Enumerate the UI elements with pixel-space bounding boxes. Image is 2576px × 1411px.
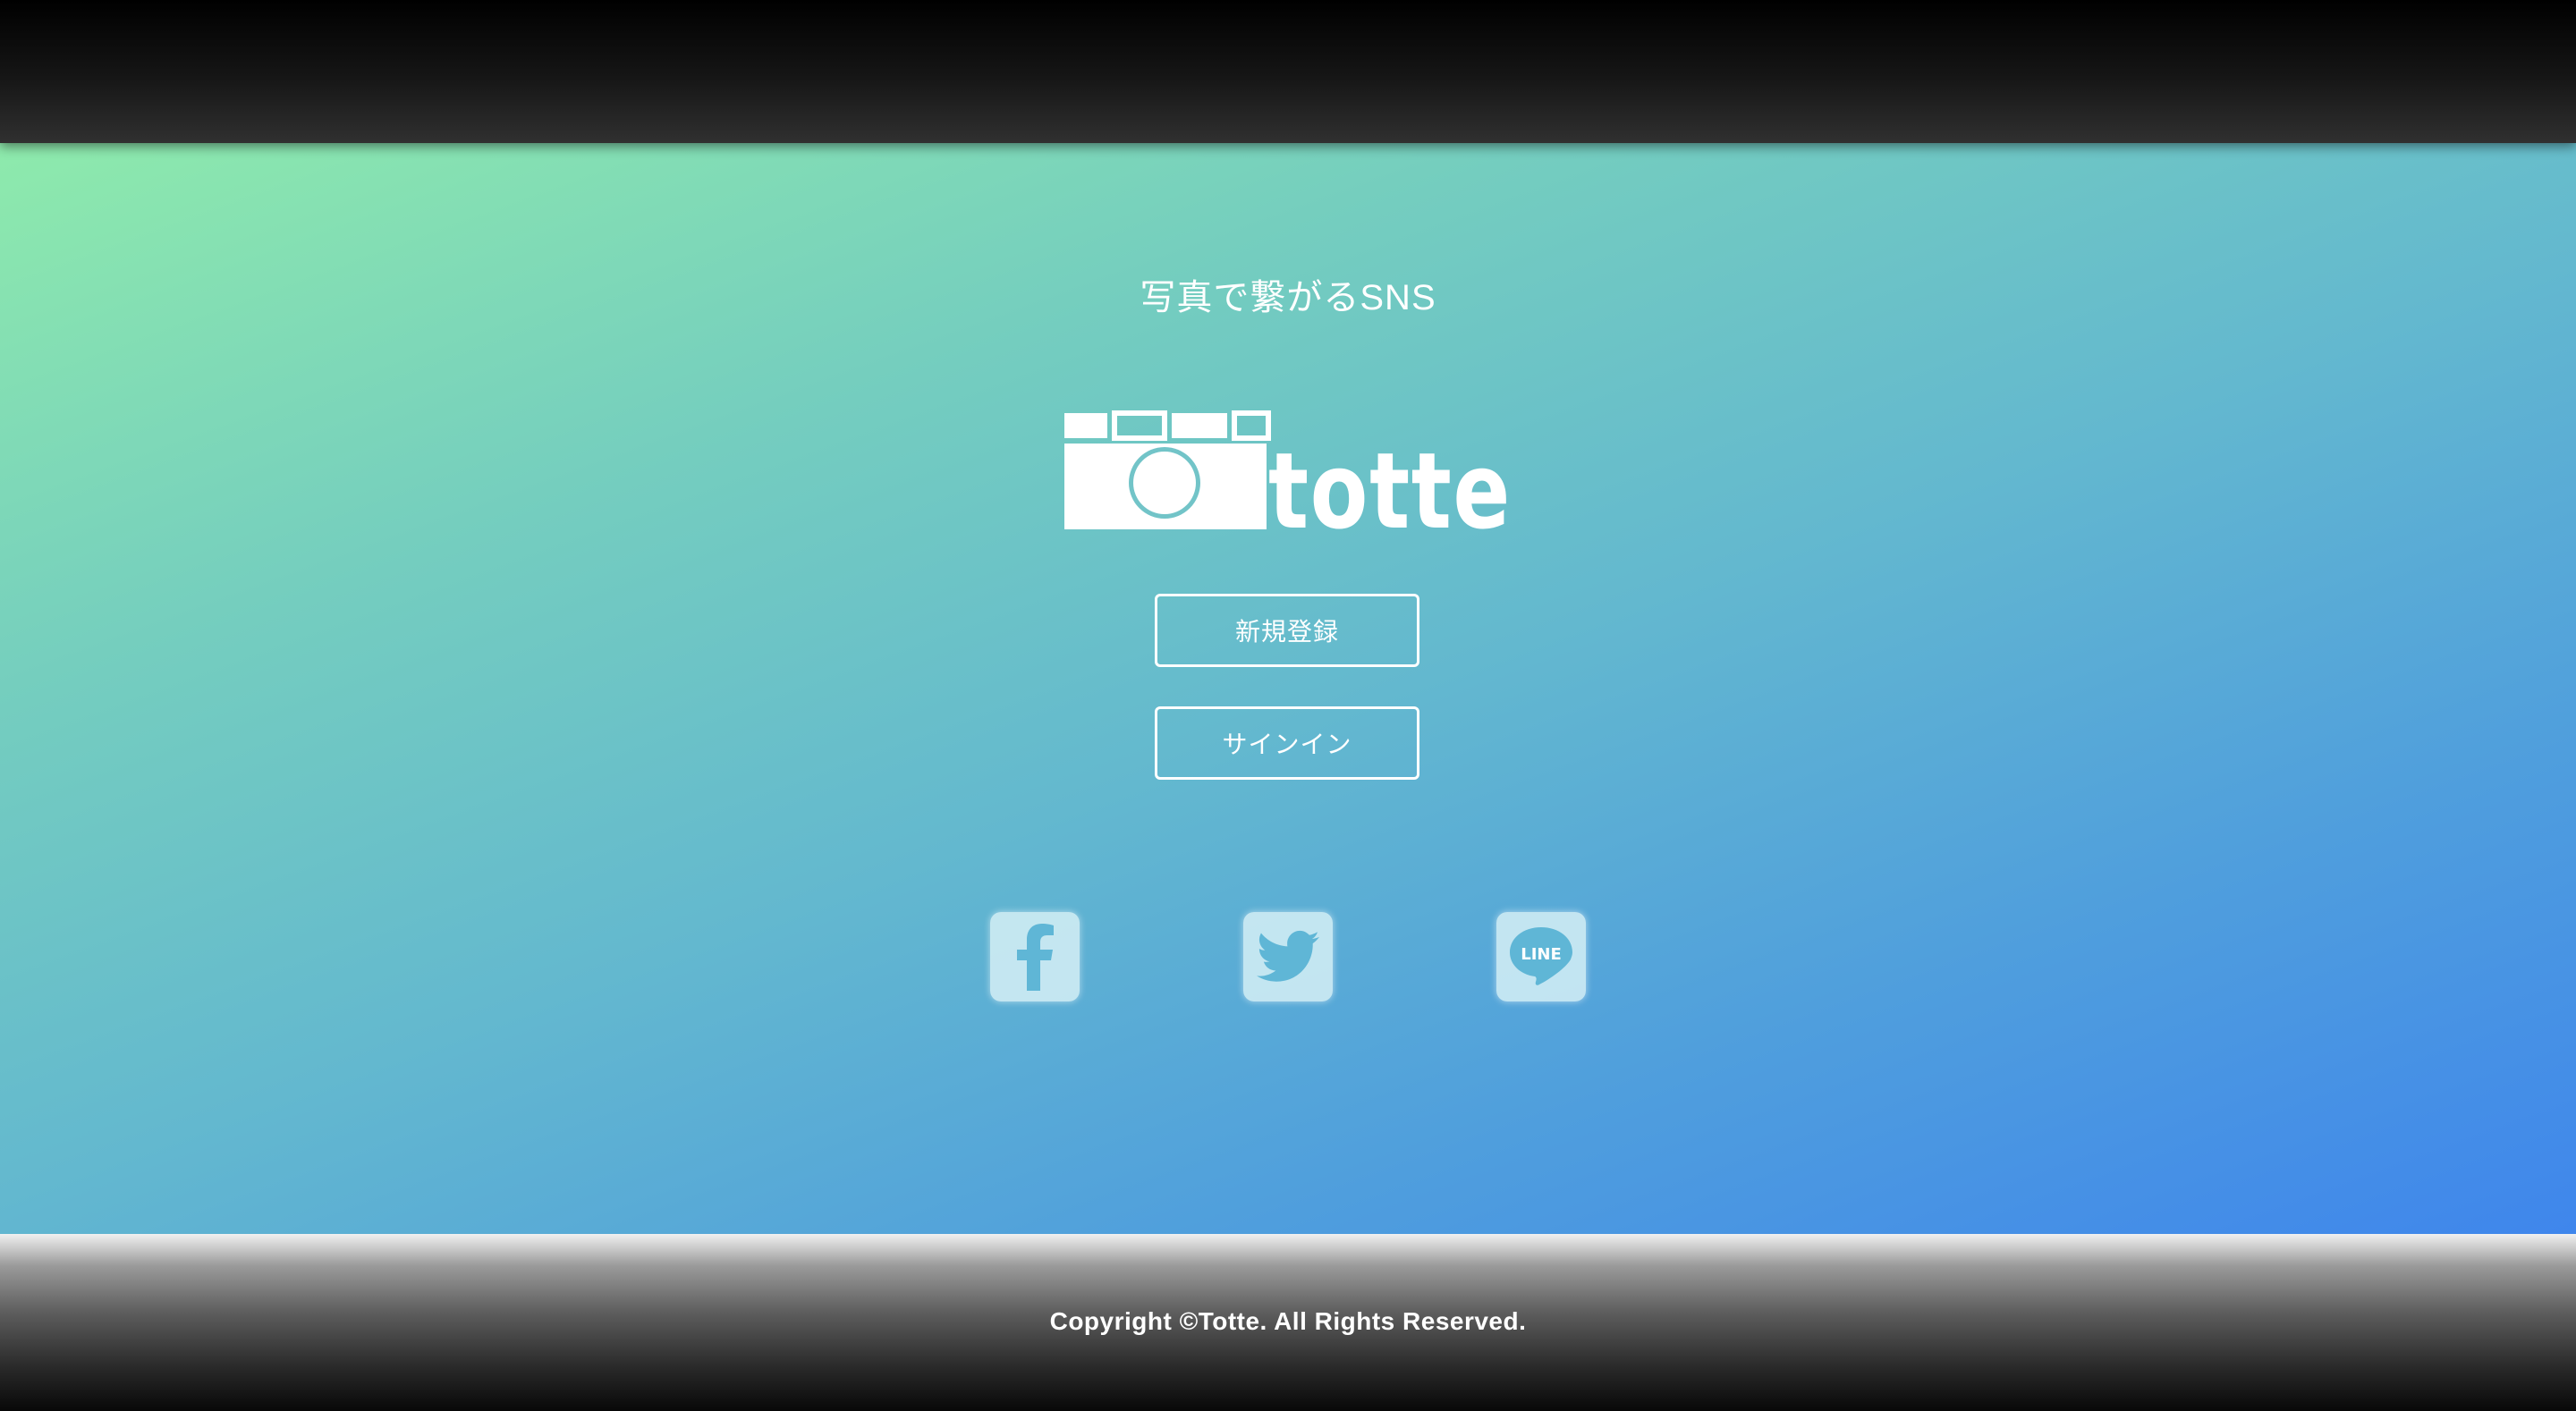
line-button[interactable]: LINE <box>1496 912 1586 1001</box>
register-button[interactable]: 新規登録 <box>1155 594 1419 667</box>
camera-icon <box>1064 410 1271 529</box>
hero-section: 写真で繋がるSNS totte 新規登録 サインイン LINE <box>0 143 2576 1234</box>
line-icon-text: LINE <box>1521 945 1562 964</box>
tagline: 写真で繋がるSNS <box>1140 278 1436 317</box>
totte-logo: totte <box>1064 410 1512 529</box>
signin-button[interactable]: サインイン <box>1155 706 1419 780</box>
twitter-button[interactable] <box>1243 912 1333 1001</box>
twitter-icon <box>1257 930 1319 982</box>
footer: Copyright ©Totte. All Rights Reserved. <box>0 1234 2576 1411</box>
facebook-button[interactable] <box>990 912 1080 1001</box>
top-bar <box>0 0 2576 143</box>
line-icon: LINE <box>1510 927 1572 985</box>
logo-text: totte <box>1268 429 1512 529</box>
copyright-text: Copyright ©Totte. All Rights Reserved. <box>1049 1307 1527 1335</box>
facebook-icon <box>1017 924 1054 991</box>
